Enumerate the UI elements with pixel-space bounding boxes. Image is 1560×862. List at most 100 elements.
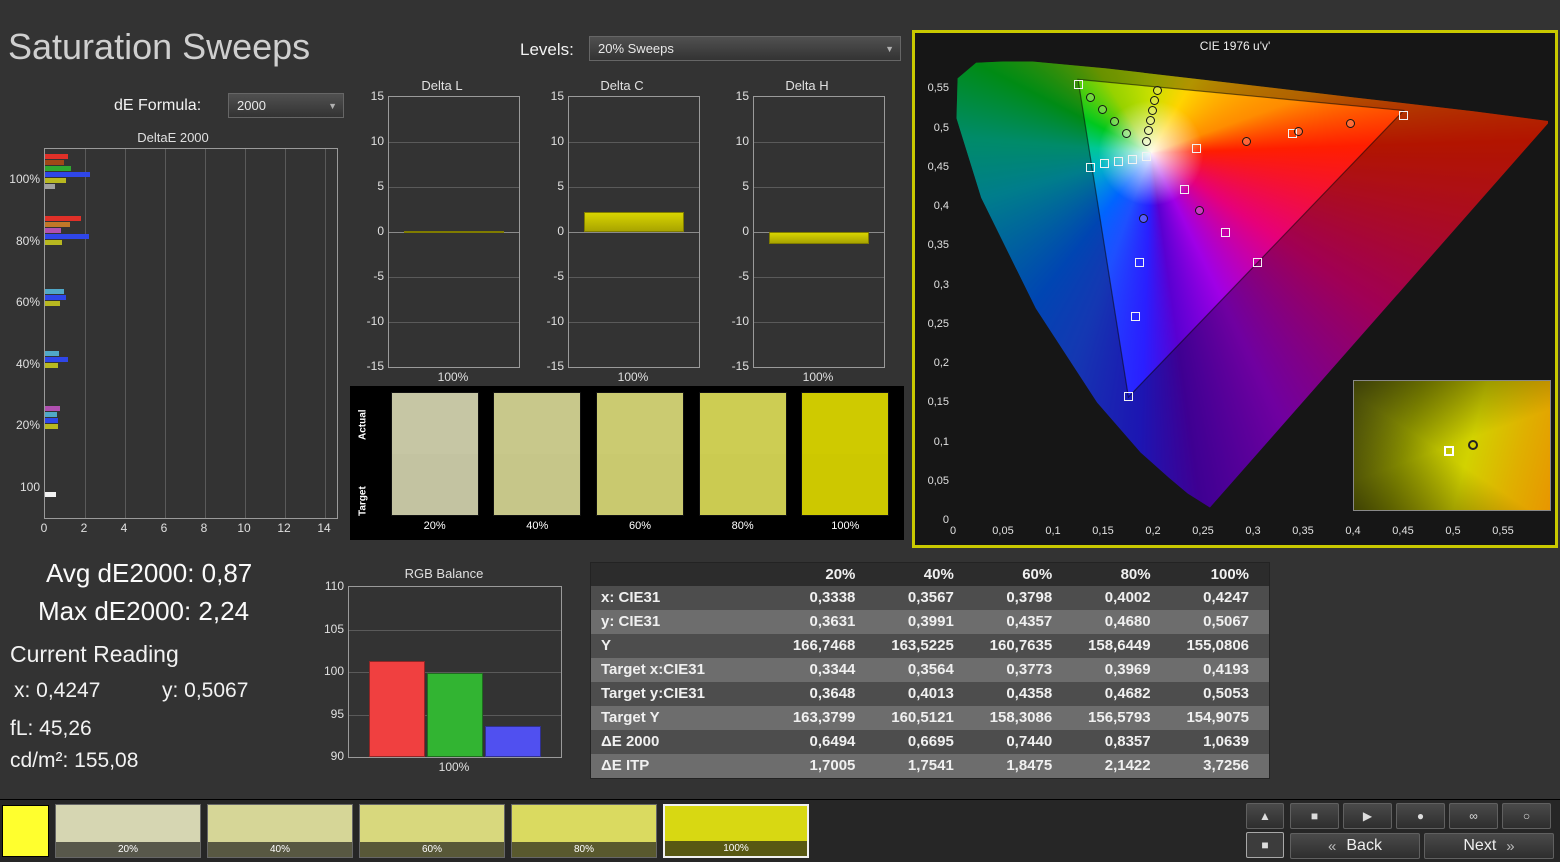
cie-y-axis: 0 0,05 0,1 0,15 0,2 0,25 0,3 0,35 0,4 0,45 0,5 0,55 [919,33,949,545]
swatch-label: 20% [56,842,200,857]
cell-value: 0,3344 [809,661,856,678]
x-axis-label: 0,55 [1492,525,1514,537]
y-axis-label: -10 [731,314,749,328]
y-axis-label: -15 [366,359,384,373]
actual-target-swatch-strip: Actual Target 20% 40% 60% 80% 100% [350,386,904,540]
levels-dropdown[interactable]: 20% Sweeps ▼ [589,36,901,61]
de-formula-label: dE Formula: [114,97,202,114]
bar [45,350,59,356]
y-axis-label: 10 [735,134,749,148]
stop-button[interactable]: ■ [1290,803,1339,829]
table-row: Y 166,7468 163,5225 160,7635 158,6449 155,080… [591,634,1269,658]
measured-marker [1149,95,1159,105]
back-button[interactable]: « Back [1290,833,1420,859]
y-axis-label: -5 [553,269,564,283]
bar [45,221,70,227]
single-read-button[interactable]: ○ [1502,803,1551,829]
actual-swatch [596,393,683,454]
swatch-level-label: 60% [628,520,651,532]
swatch [595,392,684,516]
pattern-up-button[interactable]: ▲ [1246,803,1284,829]
delta-bar [404,231,504,234]
app-root: Saturation Sweeps dE Formula: 2000 ▼ Lev… [0,0,1560,862]
back-chevron-icon: « [1328,837,1337,855]
next-button[interactable]: Next » [1424,833,1554,859]
strip-cells: 20% 40% 60% 80% 100% [376,386,904,540]
continuous-read-button[interactable]: ∞ [1449,803,1498,829]
y-axis-label: 60% [15,295,40,309]
delta-h-x-label: 100% [802,370,834,384]
pattern-swatch-40%[interactable]: 40% [207,804,353,858]
measured-marker [1138,214,1148,224]
column-header: 60% [1022,566,1053,583]
gridline [165,149,166,518]
y-axis-label: 10 [550,134,564,148]
cell-value: 160,7635 [989,637,1053,654]
reading-cdm2: cd/m²: 155,08 [10,749,139,772]
delta-c-plot-area [568,96,700,368]
cell-value: 0,3969 [1104,661,1151,678]
cell-value: 154,9075 [1186,709,1250,726]
gridline [349,629,561,631]
y-axis-label: 15 [370,89,384,103]
cell-value: 0,3773 [1006,661,1053,678]
bar [45,406,60,411]
deltae-y-axis: 100% 80% 60% 40% 20% 100 [8,130,40,542]
cell-value: 163,3799 [792,709,856,726]
cell-value: 0,4682 [1104,685,1151,702]
table-row: ΔE 2000 0,6494 0,6695 0,7440 0,8357 1,0639 [591,730,1269,754]
x-axis-label: 0,2 [1145,525,1161,537]
pattern-swatch-100%[interactable]: 100% [663,804,809,858]
de-formula-value: 2000 [237,98,266,113]
target-swatch [802,454,889,515]
cell-value: 0,6695 [907,733,954,750]
rgb-balance-x-label: 100% [438,760,470,774]
gridline [389,277,519,278]
x-axis-label: 8 [200,521,208,535]
delta-c-title: Delta C [600,78,644,93]
measured-marker [1141,136,1151,146]
row-label: Target y:CIE31 [601,685,705,702]
delta-h-y-axis: 15 10 5 0 -5 -10 -15 [727,78,751,380]
pattern-swatch-20%[interactable]: 20% [55,804,201,858]
gridline [569,187,699,188]
gridline [205,149,206,518]
actual-swatch [802,393,889,454]
pattern-window-button[interactable]: ■ [1246,832,1284,858]
reading-x: x: 0,4247 [14,679,101,702]
measured-marker [1241,137,1251,147]
pattern-swatch-80%[interactable]: 80% [511,804,657,858]
table-row: Target y:CIE31 0,3648 0,4013 0,4358 0,4682 0,… [591,682,1269,706]
delta-l-y-axis: 15 10 5 0 -5 -10 -15 [362,78,386,380]
delta-c-x-label: 100% [617,370,649,384]
swatch-cell: 100% [801,392,890,540]
cell-value: 0,4193 [1203,661,1250,678]
row-label: ΔE 2000 [601,733,660,750]
gridline [125,149,126,518]
target-marker [1134,257,1144,267]
column-header: 80% [1120,566,1151,583]
x-axis-label: 0,1 [1045,525,1061,537]
delta-bar [769,232,869,244]
x-axis-label: 0 [949,525,957,537]
swatch-level-label: 40% [526,520,549,532]
pattern-swatch-60%[interactable]: 60% [359,804,505,858]
avg-de2000: Avg dE2000: 0,87 [46,558,253,588]
swatch-cell: 40% [493,392,582,540]
measured-marker [1152,85,1162,95]
cie-x-axis: 0 0,05 0,1 0,15 0,2 0,25 0,3 0,35 0,4 0,45 0,5 0,55 [950,525,1548,539]
y-axis-label: -5 [373,269,384,283]
bar [45,233,89,239]
row-label: Y [601,637,612,654]
table-row: Target x:CIE31 0,3344 0,3564 0,3773 0,3969 0,… [591,658,1269,682]
x-axis-label: 0 [40,521,48,535]
cie-diagram-panel: CIE 1976 u'v' 0 0,05 0,1 0,15 0,2 0,25 0,3 0,35… [912,30,1558,548]
measured-marker [1121,128,1131,138]
delta-l-chart: Delta L 15 10 5 0 -5 -10 -15 100% [362,78,522,384]
bar [45,154,68,159]
record-button[interactable]: ● [1396,803,1445,829]
y-axis-label: 15 [550,89,564,103]
y-axis-label: 80% [15,233,40,248]
de-formula-dropdown[interactable]: 2000 ▼ [228,93,344,118]
play-button[interactable]: ▶ [1343,803,1392,829]
